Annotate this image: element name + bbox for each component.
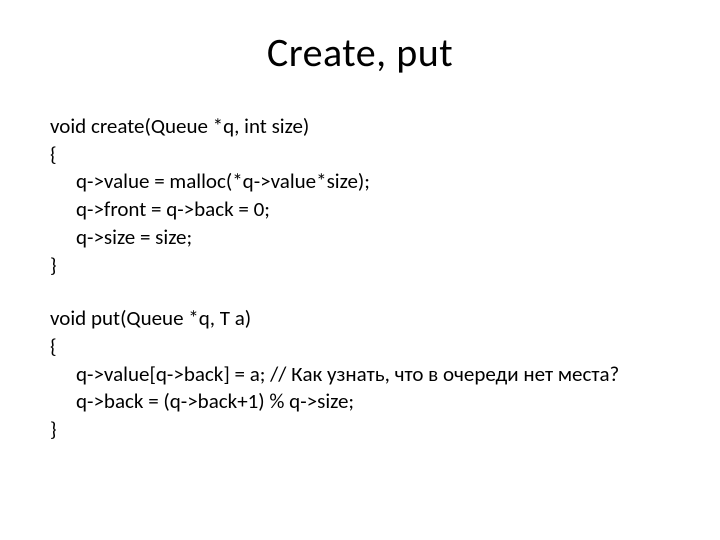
- spacer: [50, 279, 670, 305]
- put-open-brace: {: [50, 333, 670, 361]
- code-block: void create(Queue *q, int size) { q->val…: [50, 113, 670, 444]
- put-line-2: q->back = (q->back+1) % q->size;: [50, 388, 670, 416]
- create-line-1: q->value = malloc(*q->value*size);: [50, 168, 670, 196]
- create-line-3: q->size = size;: [50, 224, 670, 252]
- put-line-1-code: q->value[q->back] = a;: [76, 361, 270, 387]
- create-line-2: q->front = q->back = 0;: [50, 196, 670, 224]
- create-close-brace: }: [50, 252, 670, 280]
- put-close-brace: }: [50, 416, 670, 444]
- put-line-1: q->value[q->back] = a; // Как узнать, чт…: [50, 361, 670, 389]
- create-open-brace: {: [50, 141, 670, 169]
- create-signature: void create(Queue *q, int size): [50, 113, 670, 141]
- put-line-1-comment: // Как узнать, что в очереди нет места?: [270, 361, 619, 387]
- put-signature: void put(Queue *q, T a): [50, 305, 670, 333]
- slide-title: Create, put: [50, 28, 670, 77]
- slide: Create, put void create(Queue *q, int si…: [0, 0, 720, 540]
